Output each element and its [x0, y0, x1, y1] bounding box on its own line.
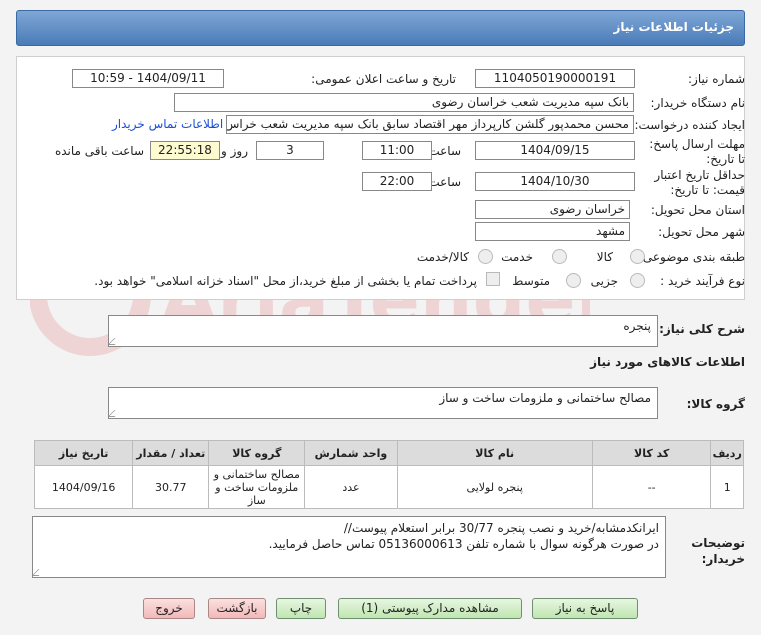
treasury-payment-note: پرداخت تمام یا بخشی از مبلغ خرید،از محل … [94, 274, 477, 288]
category-radio-goods[interactable] [630, 249, 645, 264]
requester-label: ایجاد کننده درخواست: [634, 118, 745, 132]
contact-info-link[interactable]: اطلاعات تماس خریدار [112, 117, 223, 131]
need-number-field: 1104050190000191 [475, 69, 635, 88]
province-field: خراسان رضوی [475, 200, 630, 219]
items-table: ردیف کد کالا نام کالا واحد شمارش گروه کا… [33, 440, 744, 509]
requester-field: محسن محمدپور گلشن کارپرداز مهر اقتصاد سا… [226, 115, 634, 134]
cell-unit: عدد [304, 465, 398, 509]
validity-label: حداقل تاریخ اعتبار قیمت: تا تاریخ: [654, 168, 745, 197]
cell-group: مصالح ساختمانی و ملزومات ساخت و ساز [208, 465, 306, 509]
back-button[interactable]: بازگشت [208, 598, 266, 619]
treasury-payment-checkbox[interactable] [486, 272, 500, 286]
remaining-time-label: ساعت باقی مانده [54, 144, 144, 158]
city-field: مشهد [475, 222, 630, 241]
validity-date-field: 1404/10/30 [475, 172, 635, 191]
reply-date-field: 1404/09/15 [475, 141, 635, 160]
print-button[interactable]: چاپ [276, 598, 326, 619]
col-date: تاریخ نیاز [33, 440, 134, 466]
exit-button[interactable]: خروج [143, 598, 195, 619]
resize-grip-icon[interactable] [33, 569, 46, 576]
table-header-row: ردیف کد کالا نام کالا واحد شمارش گروه کا… [33, 440, 744, 466]
cell-date: 1404/09/16 [33, 465, 134, 509]
attached-docs-button[interactable]: مشاهده مدارک پیوستی (1) [338, 598, 522, 619]
page-header: جزئیات اطلاعات نیاز [16, 10, 745, 46]
cell-row: 1 [710, 465, 744, 509]
category-option-goods: کالا [596, 250, 613, 264]
buyer-org-field: بانک سپه مدیریت شعب خراسان رضوی [174, 93, 634, 112]
category-radio-service[interactable] [552, 249, 567, 264]
page-title: جزئیات اطلاعات نیاز [613, 20, 734, 34]
buyer-notes-textarea[interactable]: ایرانکدمشابه/خرید و نصب پنجره 30/77 براب… [32, 516, 666, 578]
summary-value: پنجره [623, 319, 651, 333]
cell-qty: 30.77 [132, 465, 210, 509]
days-label: روز و [221, 144, 248, 158]
table-row: 1 -- پنجره لولایی عدد مصالح ساختمانی و م… [33, 465, 744, 509]
buyer-notes-line1: ایرانکدمشابه/خرید و نصب پنجره 30/77 براب… [343, 521, 659, 535]
announce-label: تاریخ و ساعت اعلان عمومی: [311, 72, 456, 86]
process-option-medium: متوسط [512, 274, 550, 288]
buyer-notes-line2: در صورت هرگونه سوال با شماره تلفن 051360… [268, 537, 659, 551]
validity-time-field: 22:00 [362, 172, 432, 191]
category-label: طبقه بندی موضوعی: [638, 250, 745, 264]
category-radio-both[interactable] [478, 249, 493, 264]
city-label: شهر محل تحویل: [658, 225, 745, 239]
cell-name: پنجره لولایی [396, 465, 593, 509]
reply-time-field: 11:00 [362, 141, 432, 160]
goods-group-label: گروه کالا: [686, 397, 745, 411]
remaining-time-field: 22:55:18 [150, 141, 220, 160]
resize-grip-icon[interactable] [109, 338, 122, 345]
need-number-label: شماره نیاز: [688, 72, 745, 86]
buyer-org-label: نام دستگاه خریدار: [650, 96, 746, 110]
cell-code: -- [591, 465, 712, 509]
reply-button[interactable]: پاسخ به نیاز [532, 598, 638, 619]
col-unit: واحد شمارش [304, 440, 398, 466]
col-row: ردیف [710, 440, 744, 466]
announce-field: 1404/09/11 - 10:59 [72, 69, 224, 88]
validity-time-label: ساعت [428, 175, 461, 189]
col-qty: تعداد / مقدار [132, 440, 210, 466]
category-option-service: خدمت [501, 250, 533, 264]
summary-textarea[interactable]: پنجره [108, 315, 658, 347]
category-option-both: کالا/خدمت [416, 250, 469, 264]
days-field: 3 [256, 141, 324, 160]
reply-time-label: ساعت [428, 144, 461, 158]
process-radio-minor[interactable] [630, 273, 645, 288]
col-code: کد کالا [591, 440, 712, 466]
reply-deadline-label: مهلت ارسال پاسخ: تا تاریخ: [649, 137, 745, 166]
resize-grip-icon[interactable] [109, 410, 122, 417]
goods-section-title: اطلاعات کالاهای مورد نیاز [590, 355, 745, 369]
col-name: نام کالا [396, 440, 593, 466]
buyer-notes-label: توضیحات خریدار: [691, 536, 745, 566]
goods-group-value: مصالح ساختمانی و ملزومات ساخت و ساز [439, 391, 651, 405]
col-group: گروه کالا [208, 440, 306, 466]
goods-group-textarea[interactable]: مصالح ساختمانی و ملزومات ساخت و ساز [108, 387, 658, 419]
process-option-minor: جزیی [590, 274, 618, 288]
process-label: نوع فرآیند خرید : [660, 274, 745, 288]
summary-label: شرح کلی نیاز: [659, 322, 745, 336]
process-radio-medium[interactable] [566, 273, 581, 288]
province-label: استان محل تحویل: [650, 203, 745, 217]
